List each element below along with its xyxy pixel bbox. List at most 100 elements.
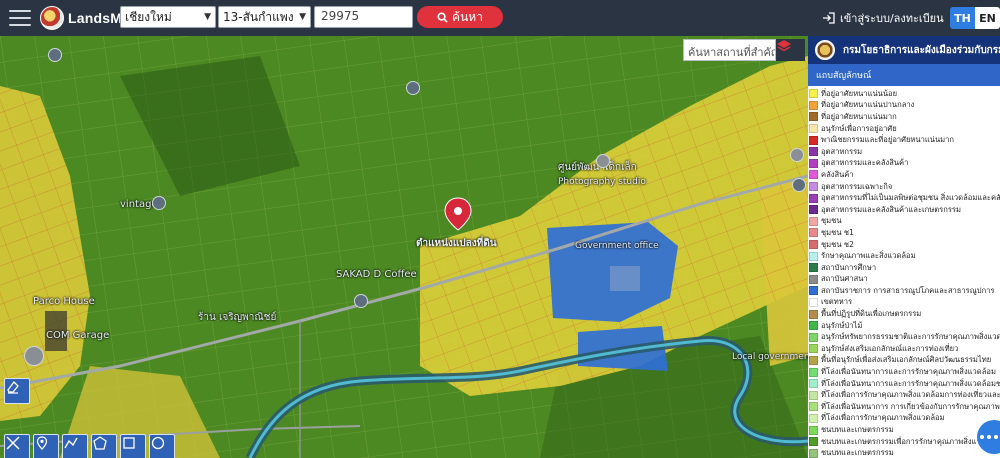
poi-icon[interactable] [48,48,62,62]
department-seal-logo [815,40,835,60]
legend-label: อนุรักษ์ทรัพยากรธรรมชาติและการรักษาคุณภา… [821,332,1000,342]
legend-item: คลังสินค้า [809,169,1000,181]
ellipsis-icon [980,435,984,439]
poi-icon[interactable] [596,154,610,168]
legend-swatch [809,147,818,157]
legend-item: อุตสาหกรรมเฉพาะกิจ [809,181,1000,193]
poi-icon[interactable] [792,178,806,192]
circle-tool-button[interactable] [149,434,175,458]
legend-label: ชุมชน [821,216,842,226]
chevron-down-icon: ▼ [299,12,306,22]
legend-item: ที่อยู่อาศัยหนาแน่นมาก [809,111,1000,123]
legend-label: ที่โล่งเพื่อนันทนาการและการรักษาคุณภาพสิ… [821,378,1000,388]
rectangle-tool-button[interactable] [120,434,146,458]
poi-icon[interactable] [354,294,368,308]
legend-label: พื้นที่ปฏิรูปที่ดินเพื่อเกษตรกรรม [821,309,922,319]
poi-icon[interactable] [152,196,166,210]
legend-label: อนุรักษ์ส่งเสริมเอกลักษณ์และการท่องเที่ย… [821,343,959,353]
sign-in-icon [823,12,835,24]
legend-swatch [809,379,818,389]
legend-item: ที่โล่งเพื่อการรักษาคุณภาพสิ่งแวดล้อมการ… [809,389,1000,401]
legend-item: อนุรักษ์เพื่อการอยู่อาศัย [809,123,1000,135]
legend-item: อุตสาหกรรมและคลังสินค้า [809,158,1000,170]
rectangle-icon [123,437,135,449]
legend-label: ที่โล่งเพื่อการรักษาคุณภาพสิ่งแวดล้อมการ… [821,390,1000,400]
polygon-tool-button[interactable] [91,434,117,458]
lang-en-button[interactable]: EN [975,7,1000,29]
eraser-icon [7,381,19,394]
landsmaps-logo [40,6,64,30]
search-button-label: ค้นหา [452,9,483,24]
legend-item: สถาบันราชการ การสาธารณูปโภคและสาธารณูปกา… [809,285,1000,297]
legend-item: ที่อยู่อาศัยหนาแน่นน้อย [809,88,1000,100]
legend-swatch [809,205,818,215]
marker-label: ตำแหน่งแปลงที่ดิน [416,238,497,249]
legend-swatch [809,448,818,458]
login-link[interactable]: เข้าสู่ระบบ/ลงทะเบียน [822,9,944,27]
legend-item: อนุรักษ์ส่งเสริมเอกลักษณ์และการท่องเที่ย… [809,343,1000,355]
map-canvas[interactable]: ตำแหน่งแปลงที่ดิน ศูนย์พัฒนาเด็กเล็ก Pho… [0,36,808,458]
legend-label: ชุมชน ช2 [821,239,854,249]
legend-label: สถาบันศาสนา [821,274,868,284]
layers-icon [777,40,791,52]
lang-th-button[interactable]: TH [950,7,975,29]
search-icon [437,11,448,23]
ruler-icon [6,436,20,450]
place-label: Government office [575,241,659,251]
layers-button[interactable] [776,39,805,61]
legend-swatch [809,263,818,273]
legend-item: อนุรักษ์ป่าไม้ [809,320,1000,332]
legend-label: อุตสาหกรรมที่ไม่เป็นมลพิษต่อชุมชน สิ่งแว… [821,193,1000,203]
point-tool-button[interactable] [33,434,59,458]
legend-item: พาณิชยกรรมและที่อยู่อาศัยหนาแน่นมาก [809,134,1000,146]
legend-item: อุตสาหกรรม [809,146,1000,158]
legend-swatch [809,286,818,296]
search-button[interactable]: ค้นหา [417,6,503,28]
legend-subheader: แถบสัญลักษณ์ [808,64,1000,86]
legend-label: รักษาคุณภาพและสิ่งแวดล้อม [821,251,916,261]
province-select[interactable]: เชียงใหม่ ▼ [120,6,216,28]
line-tool-button[interactable] [62,434,88,458]
legend-swatch [809,413,818,423]
legend-swatch [809,390,818,400]
legend-swatch [809,240,818,250]
poi-icon[interactable] [406,81,420,95]
hamburger-menu-icon[interactable] [9,10,31,26]
parcel-number-input[interactable]: 29975 [314,6,413,28]
legend-item: สถาบันการศึกษา [809,262,1000,274]
legend-item: พื้นที่ปฏิรูปที่ดินเพื่อเกษตรกรรม [809,308,1000,320]
legend-item: ชุมชน [809,216,1000,228]
legend-swatch [809,251,818,261]
legend-item: อนุรักษ์ทรัพยากรธรรมชาติและการรักษาคุณภา… [809,331,1000,343]
legend-swatch [809,170,818,180]
measure-tool-button[interactable] [4,434,30,458]
legend-swatch [809,355,818,365]
place-label: Local government [732,352,808,362]
legend-item: พื้นที่อนุรักษ์เพื่อส่งเสริมเอกลักษณ์ศิล… [809,355,1000,367]
legend-label: สถาบันราชการ การสาธารณูปโภคและสาธารณูปกา… [821,285,995,295]
legend-item: ที่โล่งเพื่อนันทนาการ การเกี่ยวข้องกับกา… [809,401,1000,413]
legend-panel: กรมโยธาธิการและผังเมืองร่วมกับกรมที่ดิน … [808,36,1000,458]
poi-icon[interactable] [24,346,44,366]
polyline-icon [64,437,78,449]
legend-item: ที่อยู่อาศัยหนาแน่นปานกลาง [809,100,1000,112]
legend-swatch [809,344,818,354]
legend-swatch [809,100,818,110]
legend-item: ชุมชน ช2 [809,239,1000,251]
legend-label: ชนบทและเกษตรกรรม [821,425,894,435]
legend-swatch [809,124,818,134]
legend-swatch [809,274,818,284]
landmark-search-input[interactable]: ค้นหาสถานที่สำคัญ [683,39,776,61]
legend-label: สถาบันการศึกษา [821,262,877,272]
province-select-value: เชียงใหม่ [125,9,172,24]
district-select[interactable]: 13-สันกำแพง ▼ [218,6,311,28]
legend-item: ที่โล่งเพื่อนันทนาการและการรักษาคุณภาพสิ… [809,378,1000,390]
eraser-tool-button[interactable] [4,378,30,404]
legend-swatch [809,321,818,331]
legend-label: ที่อยู่อาศัยหนาแน่นมาก [821,111,897,121]
legend-swatch [809,425,818,435]
legend-list: ที่อยู่อาศัยหนาแน่นน้อยที่อยู่อาศัยหนาแน… [808,86,1000,458]
legend-label: ที่อยู่อาศัยหนาแน่นน้อย [821,88,898,98]
legend-label: ที่โล่งเพื่อนันทนาการ การเกี่ยวข้องกับกา… [821,401,1000,411]
poi-icon[interactable] [790,148,804,162]
